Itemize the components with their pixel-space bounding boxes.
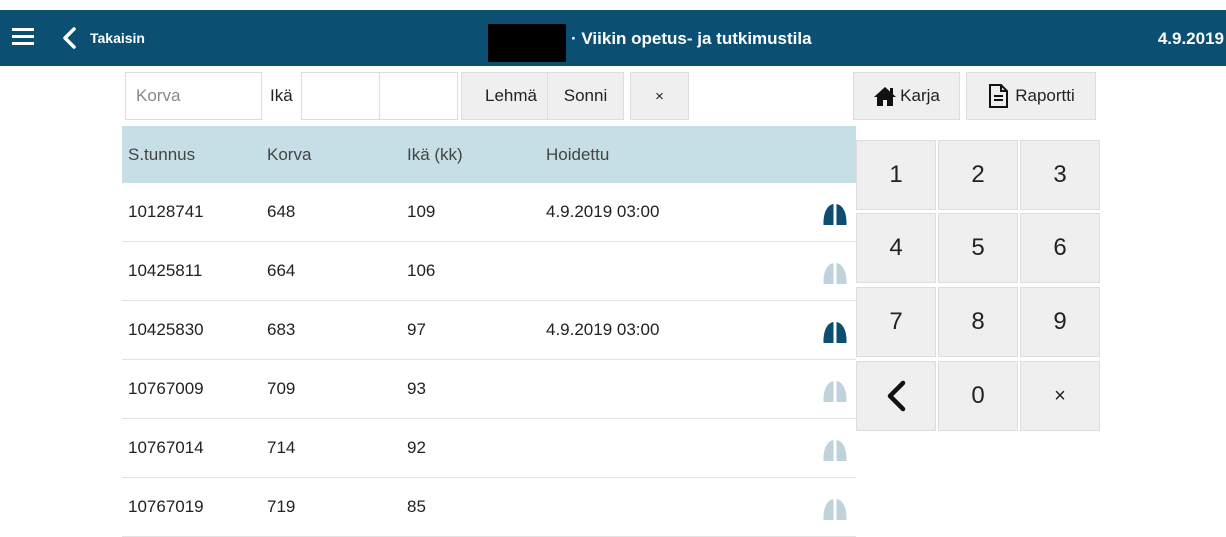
stunnus-cell: 10425811 [128,261,203,280]
top-bar: Takaisin · Viikin opetus- ja tutkimustil… [0,10,1226,66]
hoof-icon[interactable] [820,318,850,348]
hoof-icon[interactable] [820,259,850,289]
table-row[interactable]: 10767009 709 93 [122,360,856,419]
key-7[interactable]: 7 [856,287,936,357]
table-row[interactable]: 10425811 664 106 [122,242,856,301]
column-header-stunnus[interactable]: S.tunnus [128,145,195,165]
karja-label: Karja [900,86,940,105]
key-4[interactable]: 4 [856,213,936,283]
stunnus-cell: 10425830 [128,320,204,339]
keypad-clear-key[interactable]: × [1020,361,1100,431]
column-header-hoidettu[interactable]: Hoidettu [546,145,609,165]
redacted-block [488,24,566,62]
ika-cell: 109 [407,202,436,221]
back-label: Takaisin [90,30,145,46]
table-row[interactable]: 10128741 648 109 4.9.2019 03:00 [122,183,856,242]
key-0[interactable]: 0 [938,361,1018,431]
stunnus-cell: 10767019 [128,497,204,516]
back-button[interactable]: Takaisin [62,24,145,52]
ika-label: Ikä [270,86,293,105]
chevron-left-icon [63,27,76,49]
key-6[interactable]: 6 [1020,213,1100,283]
korva-cell: 714 [267,438,296,457]
key-2[interactable]: 2 [938,140,1018,210]
key-5[interactable]: 5 [938,213,1018,283]
korva-cell: 719 [267,497,296,516]
stunnus-cell: 10767014 [128,438,204,457]
clear-filter-button[interactable]: × [630,72,689,120]
ika-cell: 92 [407,438,426,457]
column-header-korva[interactable]: Korva [267,145,311,165]
sonni-button[interactable]: Sonni [547,72,624,120]
stunnus-cell: 10128741 [128,202,204,221]
table-row[interactable]: 10425830 683 97 4.9.2019 03:00 [122,301,856,360]
raportti-button[interactable]: Raportti [966,72,1096,120]
hoof-icon[interactable] [820,495,850,525]
chevron-left-icon [887,380,906,412]
menu-icon[interactable] [12,28,34,48]
table-header: S.tunnus Korva Ikä (kk) Hoidettu [122,126,856,183]
ika-max-input[interactable] [379,72,458,120]
stunnus-cell: 10767009 [128,379,204,398]
ika-min-input[interactable] [301,72,380,120]
key-1[interactable]: 1 [856,140,936,210]
lehma-button[interactable]: Lehmä [461,72,548,120]
document-icon [989,84,1009,108]
korva-cell: 664 [267,261,296,280]
ika-cell: 85 [407,497,426,516]
animal-table: S.tunnus Korva Ikä (kk) Hoidettu 1012874… [122,126,856,537]
karja-button[interactable]: Karja [853,72,960,120]
korva-cell: 683 [267,320,296,339]
header-date: 4.9.2019 [1157,29,1224,48]
ika-cell: 93 [407,379,426,398]
korva-cell: 709 [267,379,296,398]
hoof-icon[interactable] [820,200,850,230]
hoof-icon[interactable] [820,436,850,466]
column-header-ika[interactable]: Ikä (kk) [407,145,463,165]
raportti-label: Raportti [1015,86,1075,105]
korva-cell: 648 [267,202,296,221]
home-icon [874,87,897,106]
page-title: · Viikin opetus- ja tutkimustila [571,29,812,48]
table-row[interactable]: 10767019 719 85 [122,478,856,537]
ika-cell: 106 [407,261,436,280]
korva-input[interactable] [125,72,262,120]
key-8[interactable]: 8 [938,287,1018,357]
table-row[interactable]: 10767014 714 92 [122,419,856,478]
hoidettu-cell: 4.9.2019 03:00 [546,202,660,221]
key-9[interactable]: 9 [1020,287,1100,357]
hoof-icon[interactable] [820,377,850,407]
hoidettu-cell: 4.9.2019 03:00 [546,320,660,339]
backspace-key[interactable] [856,361,936,431]
key-3[interactable]: 3 [1020,140,1100,210]
ika-cell: 97 [407,320,426,339]
